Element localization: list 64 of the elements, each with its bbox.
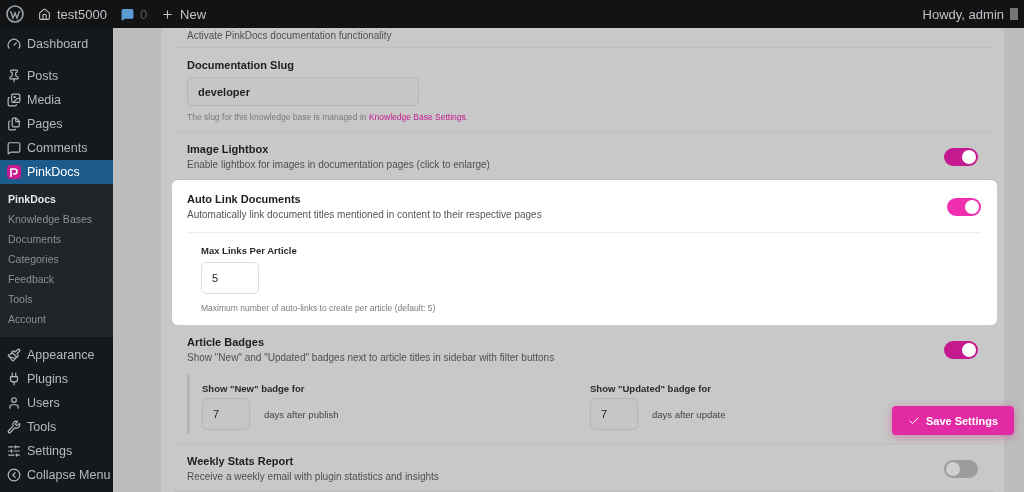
wrench-icon [7, 420, 21, 434]
setting-title: Documentation Slug [187, 59, 295, 71]
setting-title: Image Lightbox [187, 143, 270, 155]
setting-description: Receive a weekly email with plugin statistics and insights [187, 471, 439, 482]
field-label: Max Links Per Article [201, 245, 298, 256]
submenu-item[interactable]: Knowledge Bases [0, 209, 113, 229]
submenu-item[interactable]: Tools [0, 289, 113, 309]
plug-icon [7, 372, 21, 386]
menu-item[interactable]: Dashboard [0, 32, 113, 56]
menu-item[interactable]: Tools [0, 415, 113, 439]
field-label: Show "New" badge for [202, 383, 306, 394]
toggle-switch[interactable] [944, 459, 978, 478]
wordpress-logo-icon[interactable] [6, 5, 24, 23]
sliders-icon [7, 444, 21, 458]
speech-bubble-icon [7, 141, 21, 155]
comment-icon[interactable] [120, 7, 134, 21]
pin-icon [7, 69, 21, 83]
setting-title: Weekly Stats Report [187, 455, 295, 467]
menu-item[interactable]: Settings [0, 439, 113, 463]
help-text: The slug for this knowledge base is managed in Knowledge Base Settings. [187, 112, 470, 122]
user-icon [7, 396, 21, 410]
setting-description: Activate PinkDocs documentation functionality [187, 30, 393, 41]
toggle-switch[interactable] [944, 147, 978, 166]
menu-item[interactable]: Comments [0, 136, 113, 160]
pages-icon [7, 117, 21, 131]
setting-description: Enable lightbox for images in documentation pages (click to enlarge) [187, 159, 490, 170]
home-icon[interactable] [38, 7, 51, 21]
menu-item[interactable]: Posts [0, 64, 113, 88]
brush-icon [7, 348, 21, 362]
menu-item[interactable]: Media [0, 88, 113, 112]
field-suffix: days after update [652, 408, 726, 420]
submenu-item[interactable]: Categories [0, 249, 113, 269]
greeting-link[interactable]: Howdy, admin [922, 6, 1004, 22]
toggle-switch[interactable] [947, 197, 981, 216]
slug-field[interactable]: developer [187, 77, 419, 106]
menu-item[interactable]: Collapse Menu [0, 463, 113, 487]
setting-description: Automatically link document titles mentioned in content to their respective pages [187, 209, 542, 220]
plus-icon[interactable] [161, 7, 175, 21]
submenu-item[interactable]: Account [0, 309, 113, 329]
setting-title: Article Badges [187, 336, 266, 348]
plugin-logo-icon [7, 165, 21, 179]
number-field[interactable]: 7 [590, 398, 638, 430]
menu-item[interactable]: Pages [0, 112, 113, 136]
menu-item[interactable]: Plugins [0, 367, 113, 391]
setting-description: Show "New" and "Updated" badges next to article titles in sidebar with filter buttons [187, 352, 555, 363]
menu-item[interactable]: PinkDocs [0, 160, 113, 184]
field-label: Show "Updated" badge for [590, 383, 712, 394]
setting-title: Auto Link Documents [187, 193, 302, 205]
toggle-switch[interactable] [944, 340, 978, 359]
number-field[interactable]: 5 [201, 262, 259, 294]
field-suffix: days after publish [264, 408, 339, 420]
number-field[interactable]: 7 [202, 398, 250, 430]
help-text: Maximum number of auto-links to create per article (default: 5) [201, 303, 437, 313]
images-icon [7, 93, 21, 107]
site-name-link[interactable]: test5000 [57, 6, 107, 22]
submenu-item[interactable]: Documents [0, 229, 113, 249]
save-button[interactable]: Save Settings [892, 406, 1014, 435]
collapse-icon [7, 468, 21, 482]
menu-item[interactable]: Users [0, 391, 113, 415]
submenu-item[interactable]: PinkDocs [0, 189, 113, 209]
gauge-icon [7, 37, 21, 51]
submenu-item[interactable]: Feedback [0, 269, 113, 289]
menu-item[interactable]: Appearance [0, 343, 113, 367]
new-link[interactable]: New [180, 6, 207, 22]
